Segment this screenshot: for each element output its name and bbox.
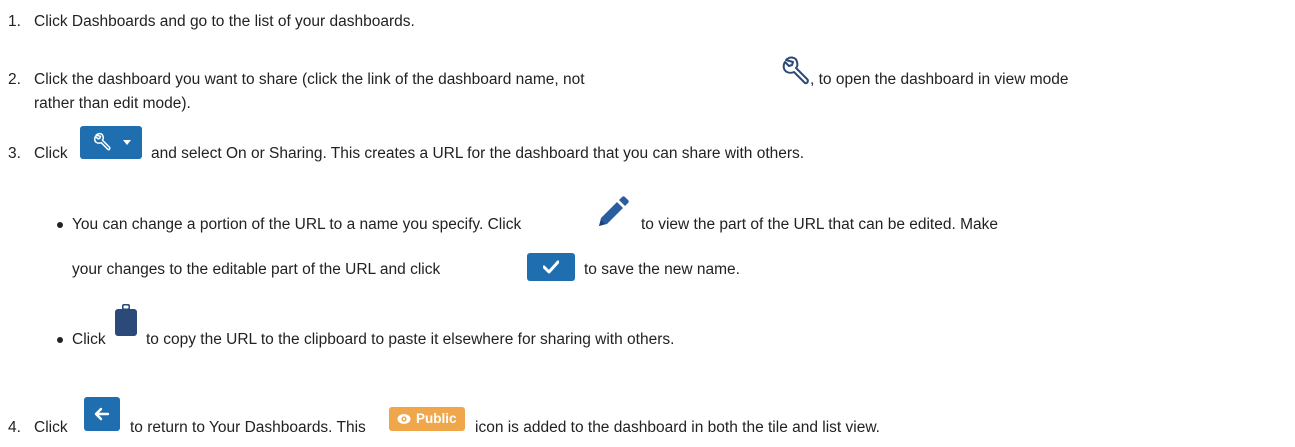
check-icon (543, 260, 559, 274)
step-2-text-after-icon: , to open the dashboard in view mode (810, 71, 1069, 88)
wrench-icon (93, 132, 111, 151)
step-2-number: 2. (8, 71, 21, 88)
chevron-down-icon (123, 140, 131, 145)
bullet-1-part1: You can change a portion of the URL to a… (72, 216, 522, 233)
bullet-1-part2: to view the part of the URL that can be … (641, 216, 998, 233)
step-4-part1: Click (34, 419, 68, 436)
bullet-1-part4: to save the new name. (584, 261, 740, 278)
bullet-2-part2: to copy the URL to the clipboard to past… (146, 331, 675, 348)
public-badge: Public (389, 407, 465, 431)
step-3-text-after-button: and select On or Sharing. This creates a… (151, 145, 805, 162)
pencil-icon (599, 196, 629, 226)
bullet-1-part3: your changes to the editable part of the… (72, 261, 441, 278)
step-3-number: 3. (8, 145, 21, 162)
public-badge-label: Public (416, 411, 457, 426)
wrench-icon (782, 56, 809, 85)
step-4-part3: icon is added to the dashboard in both t… (475, 419, 880, 436)
step-4-part2: to return to Your Dashboards. This (130, 419, 366, 436)
step-3-text-before-button: Click (34, 145, 68, 162)
step-2-text-before-icon: Click the dashboard you want to share (c… (34, 71, 585, 88)
step-4-number: 4. (8, 419, 21, 436)
back-arrow-icon (94, 407, 110, 421)
bullet-2-dot (57, 337, 63, 343)
bullet-2-part1: Click (72, 331, 106, 348)
tools-dropdown-button (80, 126, 142, 159)
clipboard-icon (115, 304, 137, 336)
check-button (527, 253, 575, 281)
eye-icon (397, 414, 411, 424)
bullet-1-dot (57, 222, 63, 228)
step-2-continuation: rather than edit mode). (34, 95, 191, 112)
back-arrow-button (84, 397, 120, 431)
step-1-text: Click Dashboards and go to the list of y… (34, 13, 415, 30)
step-1-number: 1. (8, 13, 21, 30)
